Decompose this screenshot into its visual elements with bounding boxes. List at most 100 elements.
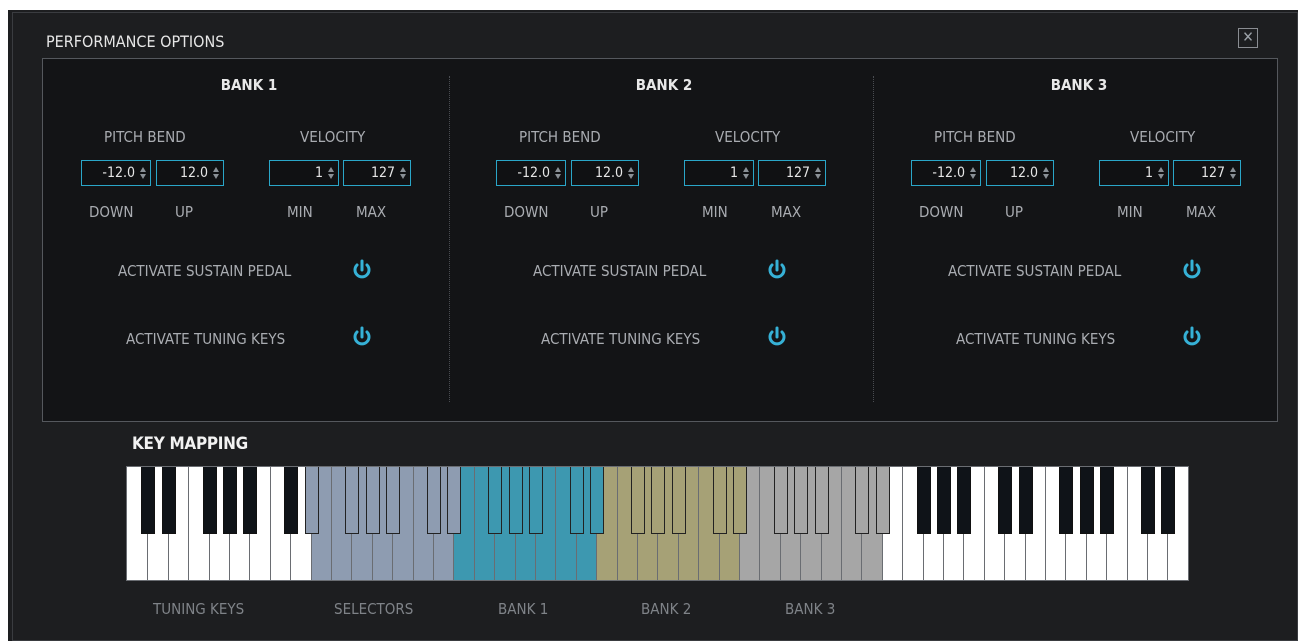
tuning-keys-power-icon[interactable] [1182,326,1202,348]
black-key[interactable] [141,467,156,534]
spinner-arrows-icon[interactable] [815,167,822,179]
pitch-bend-up-spinner[interactable]: 12.0 [156,160,224,186]
pitch-bend-label: PITCH BEND [519,128,601,146]
zone-label-bank-2: BANK 2 [641,600,692,618]
sustain-pedal-power-icon[interactable] [767,259,787,281]
black-key[interactable] [447,467,462,534]
spinner-value: 127 [785,165,810,181]
black-key[interactable] [529,467,543,534]
bank-1-section: BANK 1 PITCH BEND VELOCITY -12.0 12.0 1 … [42,58,456,422]
pitch-bend-down-spinner[interactable]: -12.0 [81,160,151,186]
black-key[interactable] [1161,467,1176,534]
max-label: MAX [356,203,387,221]
spinner-value: 1 [1144,165,1153,181]
black-key[interactable] [855,467,870,534]
velocity-min-spinner[interactable]: 1 [1099,160,1169,186]
black-key[interactable] [304,467,319,534]
spinner-arrows-icon[interactable] [140,167,147,179]
black-key[interactable] [712,467,727,534]
black-key[interactable] [998,467,1013,534]
zone-label-bank-3: BANK 3 [785,600,836,618]
velocity-min-spinner[interactable]: 1 [269,160,339,186]
pitch-bend-down-spinner[interactable]: -12.0 [911,160,981,186]
spinner-arrows-icon[interactable] [970,167,977,179]
min-label: MIN [287,203,313,221]
black-key[interactable] [488,467,503,534]
down-label: DOWN [89,203,134,221]
sustain-pedal-power-icon[interactable] [1182,259,1202,281]
pitch-bend-label: PITCH BEND [104,128,186,146]
spinner-arrows-icon[interactable] [743,167,750,179]
velocity-min-spinner[interactable]: 1 [684,160,754,186]
black-key[interactable] [202,467,217,534]
max-label: MAX [771,203,802,221]
zone-label-bank-1: BANK 1 [498,600,549,618]
spinner-arrows-icon[interactable] [1158,167,1165,179]
spinner-value: -12.0 [517,165,550,181]
tuning-keys-label: ACTIVATE TUNING KEYS [541,330,701,348]
black-key[interactable] [590,467,605,534]
spinner-arrows-icon[interactable] [555,167,562,179]
black-key[interactable] [671,467,686,534]
spinner-arrows-icon[interactable] [1043,167,1050,179]
spinner-arrows-icon[interactable] [400,167,407,179]
spinner-arrows-icon[interactable] [213,167,220,179]
black-key[interactable] [427,467,441,534]
close-button[interactable]: ✕ [1238,28,1258,48]
bank-title: BANK 1 [220,76,278,94]
keyboard[interactable] [126,466,1189,581]
tuning-keys-power-icon[interactable] [352,326,372,348]
spinner-arrows-icon[interactable] [1230,167,1237,179]
velocity-label: VELOCITY [715,128,781,146]
sustain-pedal-label: ACTIVATE SUSTAIN PEDAL [948,262,1122,280]
pitch-bend-label: PITCH BEND [934,128,1016,146]
tuning-keys-label: ACTIVATE TUNING KEYS [126,330,286,348]
velocity-max-spinner[interactable]: 127 [1173,160,1241,186]
black-key[interactable] [1100,467,1115,534]
black-key[interactable] [794,467,809,534]
black-key[interactable] [957,467,972,534]
black-key[interactable] [773,467,788,534]
tuning-keys-label: ACTIVATE TUNING KEYS [956,330,1116,348]
black-key[interactable] [937,467,951,534]
key-mapping-title: KEY MAPPING [132,434,248,454]
sustain-pedal-power-icon[interactable] [352,259,372,281]
black-key[interactable] [569,467,584,534]
black-key[interactable] [875,467,890,534]
black-key[interactable] [733,467,747,534]
velocity-max-spinner[interactable]: 127 [758,160,826,186]
spinner-arrows-icon[interactable] [628,167,635,179]
min-label: MIN [1117,203,1143,221]
max-label: MAX [1186,203,1217,221]
black-key[interactable] [1141,467,1155,534]
black-key[interactable] [651,467,666,534]
black-key[interactable] [161,467,176,534]
down-label: DOWN [919,203,964,221]
black-key[interactable] [284,467,299,534]
black-key[interactable] [814,467,829,534]
black-key[interactable] [631,467,645,534]
tuning-keys-power-icon[interactable] [767,326,787,348]
pitch-bend-up-spinner[interactable]: 12.0 [571,160,639,186]
pitch-bend-down-spinner[interactable]: -12.0 [496,160,566,186]
spinner-arrows-icon[interactable] [328,167,335,179]
black-key[interactable] [345,467,360,534]
black-key[interactable] [365,467,380,534]
black-key[interactable] [386,467,401,534]
spinner-value: -12.0 [102,165,135,181]
black-key[interactable] [508,467,523,534]
black-key[interactable] [1059,467,1074,534]
black-key[interactable] [1079,467,1094,534]
velocity-max-spinner[interactable]: 127 [343,160,411,186]
black-key[interactable] [223,467,237,534]
sustain-pedal-label: ACTIVATE SUSTAIN PEDAL [533,262,707,280]
pitch-bend-up-spinner[interactable]: 12.0 [986,160,1054,186]
down-label: DOWN [504,203,549,221]
bank-3-section: BANK 3 PITCH BEND VELOCITY -12.0 12.0 1 … [872,58,1286,422]
zone-label-tuning-keys: TUNING KEYS [153,600,245,618]
black-key[interactable] [243,467,258,534]
black-key[interactable] [916,467,931,534]
zone-label-selectors: SELECTORS [334,600,414,618]
spinner-value: 12.0 [594,165,623,181]
black-key[interactable] [1018,467,1033,534]
